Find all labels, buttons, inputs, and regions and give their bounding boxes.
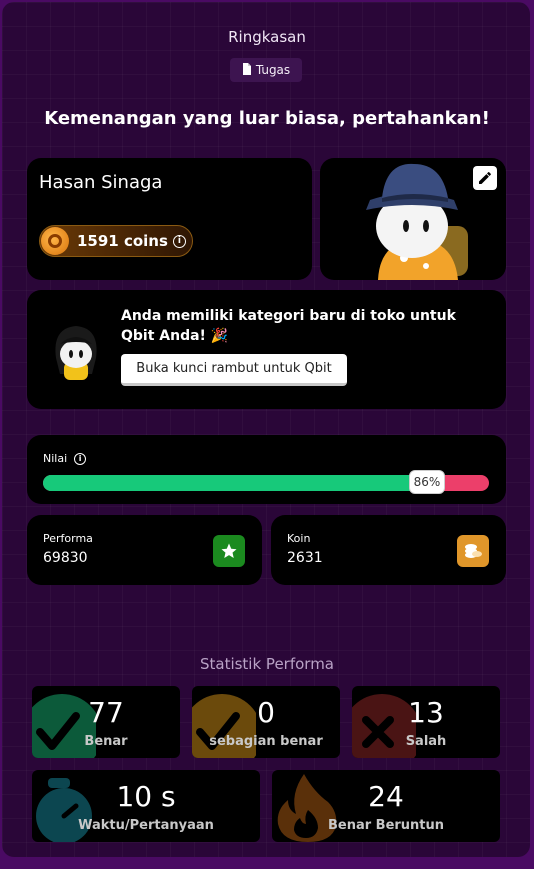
tile-time: 10 s Waktu/Pertanyaan	[32, 770, 260, 842]
page-title: Ringkasan	[228, 28, 306, 46]
coin-icon	[41, 227, 69, 255]
tile-correct: 77 Benar	[32, 686, 180, 758]
score-bar: 86%	[43, 470, 489, 494]
pencil-icon	[479, 172, 491, 184]
coins-badge[interactable]: 1591 coins i	[39, 225, 193, 257]
qbit-hair-preview	[55, 326, 97, 380]
wrong-count: 13	[408, 696, 444, 729]
performance-section-title: Statistik Performa	[199, 655, 335, 673]
player-name: Hasan Sinaga	[39, 172, 163, 193]
document-icon	[242, 62, 252, 78]
unlock-hair-button[interactable]: Buka kunci rambut untuk Qbit	[121, 354, 347, 386]
correct-label: Benar	[84, 734, 128, 749]
star-icon	[213, 535, 245, 567]
type-tag: Tugas	[230, 58, 302, 82]
score-label: Nilai	[43, 452, 68, 465]
streak-label: Benar Beruntun	[327, 818, 445, 833]
info-icon[interactable]: i	[172, 234, 186, 248]
score-percent-badge: 86%	[409, 470, 445, 494]
type-tag-label: Tugas	[255, 63, 291, 77]
time-per-question: 10 s	[116, 780, 176, 813]
tile-wrong: 13 Salah	[352, 686, 500, 758]
tile-streak: 24 Benar Beruntun	[272, 770, 500, 842]
time-label: Waktu/Pertanyaan	[78, 818, 214, 833]
result-headline: Kemenangan yang luar biasa, pertahankan!	[44, 108, 490, 129]
info-icon[interactable]: i	[74, 452, 87, 465]
partial-label: sebagian benar	[209, 734, 323, 749]
edit-avatar-button[interactable]	[473, 166, 497, 190]
coin-stack-icon	[457, 535, 489, 567]
koin-value: 2631	[287, 550, 323, 566]
streak-count: 24	[368, 780, 404, 813]
coins-label: 1591 coins	[77, 232, 168, 250]
koin-label: Koin	[287, 532, 311, 545]
correct-count: 77	[88, 696, 124, 729]
performa-label: Performa	[43, 532, 93, 545]
score-label-row: Nilai i	[43, 452, 87, 465]
score-bar-fill	[43, 475, 427, 491]
promo-message: Anda memiliki kategori baru di toko untu…	[121, 308, 456, 344]
tile-partial: 0 sebagian benar	[192, 686, 340, 758]
performa-value: 69830	[43, 550, 88, 566]
wrong-label: Salah	[405, 734, 447, 749]
partial-count: 0	[257, 696, 275, 729]
